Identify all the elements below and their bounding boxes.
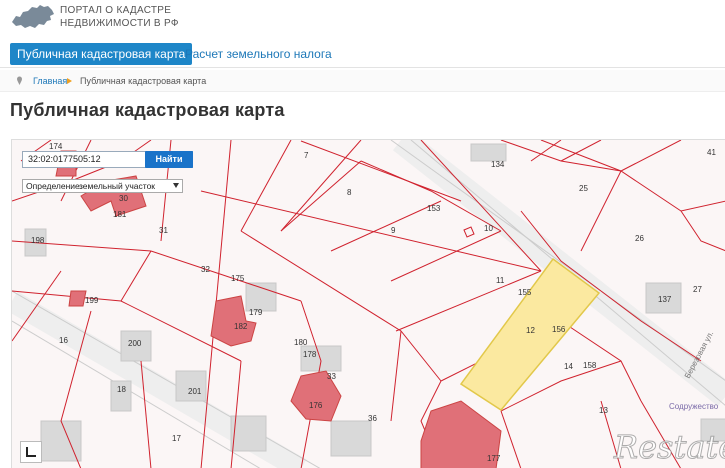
layers-toggle-icon [26,447,36,457]
restate-watermark: Restate [613,428,725,467]
label-155: 155 [518,288,532,297]
definition-select[interactable]: Определение: земельный участок [22,179,183,193]
label-134: 134 [491,160,505,169]
russia-map-icon[interactable] [10,2,56,32]
label-32: 32 [201,265,210,274]
brand-line2: НЕДВИЖИМОСТИ В РФ [60,18,179,29]
site-header: ПОРТАЛ О КАДАСТРЕ НЕДВИЖИМОСТИ В РФ [0,0,725,36]
label-11: 11 [496,276,505,285]
label-10: 10 [484,224,493,233]
tab-land-tax[interactable]: Расчет земельного налога [178,43,339,65]
label-31: 31 [159,226,168,235]
label-9: 9 [391,226,396,235]
label-36: 36 [368,414,377,423]
label-175: 175 [231,274,245,283]
label-200: 200 [128,339,142,348]
layers-toggle-button[interactable] [20,441,42,463]
label-7: 7 [304,151,309,160]
label-12: 12 [526,326,535,335]
breadcrumb-home[interactable]: Главная [33,70,67,92]
label-180: 180 [294,338,308,347]
label-41: 41 [707,148,716,157]
label-176: 176 [309,401,323,410]
label-25: 25 [579,184,588,193]
main-nav: Публичная кадастровая карта Расчет земел… [0,40,725,68]
label-153: 153 [427,204,441,213]
find-button[interactable]: Найти [145,151,193,168]
label-18: 18 [117,385,126,394]
breadcrumb-arrow-icon [67,78,72,84]
breadcrumb-current: Публичная кадастровая карта [80,76,207,86]
breadcrumb: Главная Публичная кадастровая карта [0,70,725,92]
label-199: 199 [85,296,99,305]
label-30: 30 [119,194,128,203]
label-177: 177 [487,454,501,463]
label-13: 13 [599,406,608,415]
label-33: 33 [327,372,336,381]
tab-cadastral-map[interactable]: Публичная кадастровая карта [10,43,193,65]
label-179: 179 [249,308,263,317]
page-title: Публичная кадастровая карта [10,100,285,120]
label-137: 137 [658,295,672,304]
label-178: 178 [303,350,317,359]
location-pin-icon [17,76,22,85]
small-square-marker [463,226,475,238]
label-156: 156 [552,325,566,334]
definition-value: земельный участок [79,181,156,191]
label-14: 14 [564,362,573,371]
label-17: 17 [172,434,181,443]
label-26: 26 [635,234,644,243]
label-174-top: 174 [49,142,63,151]
street-label-2: Содружество [669,402,719,411]
chevron-down-icon [173,183,179,188]
label-16: 16 [59,336,68,345]
label-158: 158 [583,361,597,370]
label-182: 182 [234,322,248,331]
label-27: 27 [693,285,702,294]
label-201: 201 [188,387,202,396]
label-8: 8 [347,188,352,197]
brand-title[interactable]: ПОРТАЛ О КАДАСТРЕ НЕДВИЖИМОСТИ В РФ [60,4,179,30]
definition-label: Определение: [26,181,83,191]
label-181: 181 [113,210,127,219]
label-198: 198 [31,236,45,245]
brand-line1: ПОРТАЛ О КАДАСТРЕ [60,5,172,16]
